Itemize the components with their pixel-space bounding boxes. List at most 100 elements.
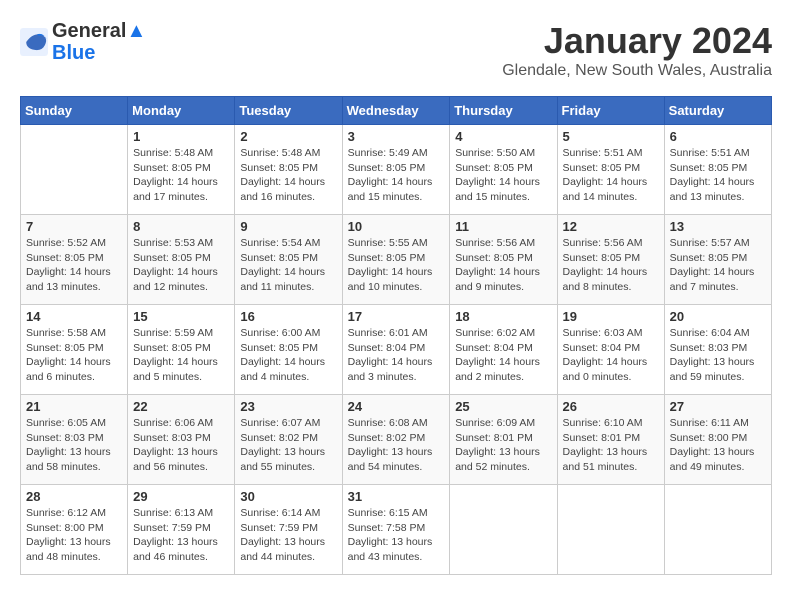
- calendar-week-4: 21 Sunrise: 6:05 AMSunset: 8:03 PMDaylig…: [21, 395, 772, 485]
- day-info: Sunrise: 6:15 AMSunset: 7:58 PMDaylight:…: [348, 506, 445, 565]
- day-info: Sunrise: 6:12 AMSunset: 8:00 PMDaylight:…: [26, 506, 122, 565]
- day-info: Sunrise: 5:49 AMSunset: 8:05 PMDaylight:…: [348, 146, 445, 205]
- calendar-cell: 7 Sunrise: 5:52 AMSunset: 8:05 PMDayligh…: [21, 215, 128, 305]
- location: Glendale, New South Wales, Australia: [502, 62, 772, 80]
- calendar-cell: 16 Sunrise: 6:00 AMSunset: 8:05 PMDaylig…: [235, 305, 342, 395]
- month-title: January 2024: [502, 20, 772, 62]
- day-number: 2: [240, 129, 336, 144]
- calendar-cell: [450, 485, 557, 575]
- weekday-header-friday: Friday: [557, 97, 664, 125]
- day-info: Sunrise: 6:00 AMSunset: 8:05 PMDaylight:…: [240, 326, 336, 385]
- day-number: 27: [670, 399, 766, 414]
- day-info: Sunrise: 5:52 AMSunset: 8:05 PMDaylight:…: [26, 236, 122, 295]
- weekday-header-tuesday: Tuesday: [235, 97, 342, 125]
- weekday-header-thursday: Thursday: [450, 97, 557, 125]
- day-number: 28: [26, 489, 122, 504]
- day-number: 12: [563, 219, 659, 234]
- logo: General▲ Blue: [20, 20, 146, 64]
- day-number: 19: [563, 309, 659, 324]
- day-info: Sunrise: 6:06 AMSunset: 8:03 PMDaylight:…: [133, 416, 229, 475]
- calendar-week-1: 1 Sunrise: 5:48 AMSunset: 8:05 PMDayligh…: [21, 125, 772, 215]
- calendar-cell: 31 Sunrise: 6:15 AMSunset: 7:58 PMDaylig…: [342, 485, 450, 575]
- logo-icon: [20, 28, 48, 56]
- day-info: Sunrise: 5:56 AMSunset: 8:05 PMDaylight:…: [455, 236, 551, 295]
- logo-text: General▲ Blue: [52, 20, 146, 64]
- calendar-cell: 22 Sunrise: 6:06 AMSunset: 8:03 PMDaylig…: [128, 395, 235, 485]
- day-info: Sunrise: 6:04 AMSunset: 8:03 PMDaylight:…: [670, 326, 766, 385]
- calendar-cell: 25 Sunrise: 6:09 AMSunset: 8:01 PMDaylig…: [450, 395, 557, 485]
- calendar-cell: 28 Sunrise: 6:12 AMSunset: 8:00 PMDaylig…: [21, 485, 128, 575]
- calendar-cell: 1 Sunrise: 5:48 AMSunset: 8:05 PMDayligh…: [128, 125, 235, 215]
- calendar-cell: 21 Sunrise: 6:05 AMSunset: 8:03 PMDaylig…: [21, 395, 128, 485]
- day-number: 18: [455, 309, 551, 324]
- day-number: 16: [240, 309, 336, 324]
- calendar-cell: 9 Sunrise: 5:54 AMSunset: 8:05 PMDayligh…: [235, 215, 342, 305]
- calendar-cell: [21, 125, 128, 215]
- day-info: Sunrise: 6:11 AMSunset: 8:00 PMDaylight:…: [670, 416, 766, 475]
- weekday-header-monday: Monday: [128, 97, 235, 125]
- day-number: 21: [26, 399, 122, 414]
- day-number: 7: [26, 219, 122, 234]
- calendar-cell: 15 Sunrise: 5:59 AMSunset: 8:05 PMDaylig…: [128, 305, 235, 395]
- day-info: Sunrise: 5:58 AMSunset: 8:05 PMDaylight:…: [26, 326, 122, 385]
- calendar-cell: 11 Sunrise: 5:56 AMSunset: 8:05 PMDaylig…: [450, 215, 557, 305]
- page-header: General▲ Blue January 2024 Glendale, New…: [20, 20, 772, 80]
- day-info: Sunrise: 5:48 AMSunset: 8:05 PMDaylight:…: [133, 146, 229, 205]
- calendar-cell: 13 Sunrise: 5:57 AMSunset: 8:05 PMDaylig…: [664, 215, 771, 305]
- day-number: 20: [670, 309, 766, 324]
- day-number: 23: [240, 399, 336, 414]
- day-info: Sunrise: 6:10 AMSunset: 8:01 PMDaylight:…: [563, 416, 659, 475]
- day-info: Sunrise: 6:07 AMSunset: 8:02 PMDaylight:…: [240, 416, 336, 475]
- day-info: Sunrise: 5:57 AMSunset: 8:05 PMDaylight:…: [670, 236, 766, 295]
- day-info: Sunrise: 6:13 AMSunset: 7:59 PMDaylight:…: [133, 506, 229, 565]
- day-number: 5: [563, 129, 659, 144]
- calendar-cell: 19 Sunrise: 6:03 AMSunset: 8:04 PMDaylig…: [557, 305, 664, 395]
- calendar-cell: 17 Sunrise: 6:01 AMSunset: 8:04 PMDaylig…: [342, 305, 450, 395]
- calendar-cell: 12 Sunrise: 5:56 AMSunset: 8:05 PMDaylig…: [557, 215, 664, 305]
- calendar-cell: 23 Sunrise: 6:07 AMSunset: 8:02 PMDaylig…: [235, 395, 342, 485]
- calendar-cell: 5 Sunrise: 5:51 AMSunset: 8:05 PMDayligh…: [557, 125, 664, 215]
- calendar-cell: 20 Sunrise: 6:04 AMSunset: 8:03 PMDaylig…: [664, 305, 771, 395]
- day-number: 17: [348, 309, 445, 324]
- day-number: 4: [455, 129, 551, 144]
- day-number: 11: [455, 219, 551, 234]
- day-info: Sunrise: 6:02 AMSunset: 8:04 PMDaylight:…: [455, 326, 551, 385]
- calendar-cell: 10 Sunrise: 5:55 AMSunset: 8:05 PMDaylig…: [342, 215, 450, 305]
- day-number: 29: [133, 489, 229, 504]
- day-info: Sunrise: 6:05 AMSunset: 8:03 PMDaylight:…: [26, 416, 122, 475]
- weekday-header-saturday: Saturday: [664, 97, 771, 125]
- calendar-cell: 14 Sunrise: 5:58 AMSunset: 8:05 PMDaylig…: [21, 305, 128, 395]
- day-number: 31: [348, 489, 445, 504]
- calendar-week-3: 14 Sunrise: 5:58 AMSunset: 8:05 PMDaylig…: [21, 305, 772, 395]
- day-number: 13: [670, 219, 766, 234]
- day-number: 30: [240, 489, 336, 504]
- calendar-cell: [664, 485, 771, 575]
- day-info: Sunrise: 5:53 AMSunset: 8:05 PMDaylight:…: [133, 236, 229, 295]
- day-info: Sunrise: 5:54 AMSunset: 8:05 PMDaylight:…: [240, 236, 336, 295]
- day-info: Sunrise: 5:51 AMSunset: 8:05 PMDaylight:…: [563, 146, 659, 205]
- day-number: 8: [133, 219, 229, 234]
- calendar-week-2: 7 Sunrise: 5:52 AMSunset: 8:05 PMDayligh…: [21, 215, 772, 305]
- day-info: Sunrise: 6:01 AMSunset: 8:04 PMDaylight:…: [348, 326, 445, 385]
- weekday-header-wednesday: Wednesday: [342, 97, 450, 125]
- calendar-week-5: 28 Sunrise: 6:12 AMSunset: 8:00 PMDaylig…: [21, 485, 772, 575]
- calendar-cell: 27 Sunrise: 6:11 AMSunset: 8:00 PMDaylig…: [664, 395, 771, 485]
- day-info: Sunrise: 6:09 AMSunset: 8:01 PMDaylight:…: [455, 416, 551, 475]
- calendar-cell: 29 Sunrise: 6:13 AMSunset: 7:59 PMDaylig…: [128, 485, 235, 575]
- day-number: 6: [670, 129, 766, 144]
- day-number: 15: [133, 309, 229, 324]
- day-info: Sunrise: 5:56 AMSunset: 8:05 PMDaylight:…: [563, 236, 659, 295]
- calendar-cell: 2 Sunrise: 5:48 AMSunset: 8:05 PMDayligh…: [235, 125, 342, 215]
- day-number: 26: [563, 399, 659, 414]
- day-number: 9: [240, 219, 336, 234]
- calendar-cell: 6 Sunrise: 5:51 AMSunset: 8:05 PMDayligh…: [664, 125, 771, 215]
- day-info: Sunrise: 5:48 AMSunset: 8:05 PMDaylight:…: [240, 146, 336, 205]
- day-number: 1: [133, 129, 229, 144]
- day-number: 3: [348, 129, 445, 144]
- weekday-header-row: SundayMondayTuesdayWednesdayThursdayFrid…: [21, 97, 772, 125]
- weekday-header-sunday: Sunday: [21, 97, 128, 125]
- day-number: 10: [348, 219, 445, 234]
- day-number: 22: [133, 399, 229, 414]
- day-info: Sunrise: 6:08 AMSunset: 8:02 PMDaylight:…: [348, 416, 445, 475]
- calendar-cell: [557, 485, 664, 575]
